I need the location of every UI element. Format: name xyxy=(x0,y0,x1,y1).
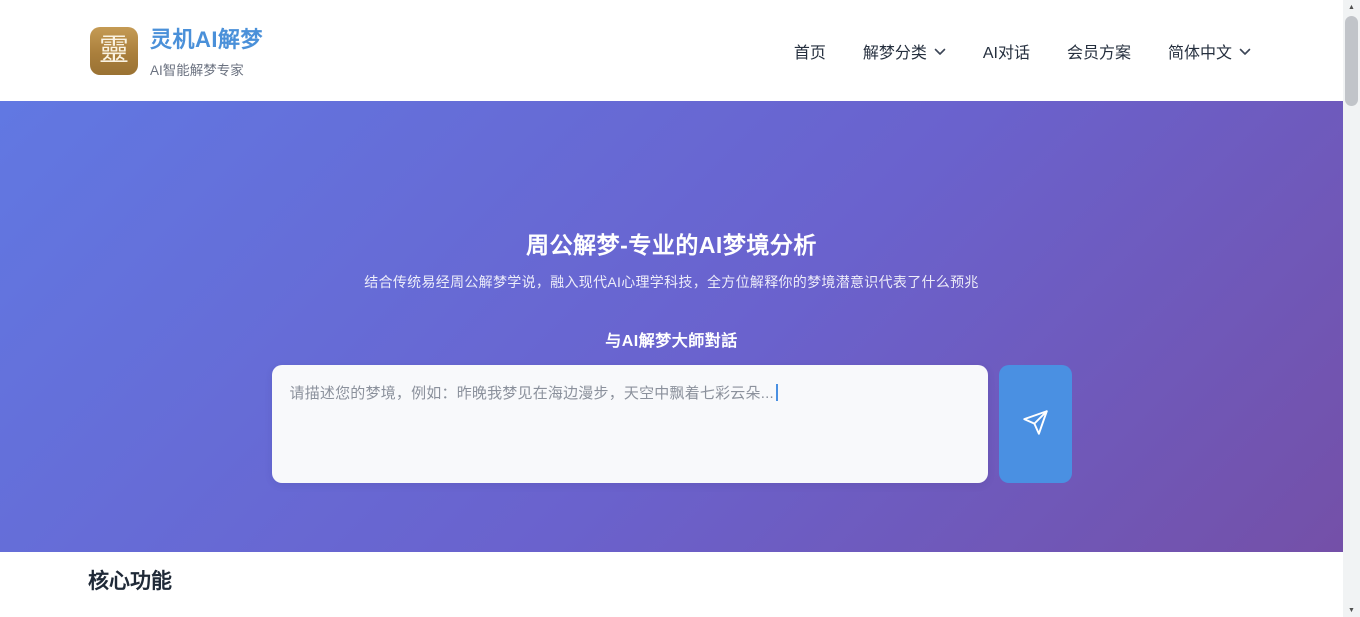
browser-scrollbar[interactable]: ▲ ▼ xyxy=(1343,0,1360,617)
send-button[interactable] xyxy=(999,365,1072,483)
browser-page: 靈 灵机AI解梦 AI智能解梦专家 首页 解梦分类 AI对话 会员方案 xyxy=(0,0,1343,617)
nav-item-home[interactable]: 首页 xyxy=(794,39,826,63)
dream-input-placeholder: 请描述您的梦境，例如：昨晚我梦见在海边漫步，天空中飘着七彩云朵... xyxy=(290,385,774,402)
scrollbar-down-arrow[interactable]: ▼ xyxy=(1343,603,1360,617)
features-heading: 核心功能 xyxy=(88,565,1343,595)
chevron-down-icon xyxy=(1239,43,1251,61)
nav-item-label: 解梦分类 xyxy=(863,39,927,63)
hero-section: 周公解梦-专业的AI梦境分析 结合传统易经周公解梦学说，融入现代AI心理学科技，… xyxy=(0,101,1343,552)
features-section: 核心功能 xyxy=(0,552,1343,617)
nav-item-ai-chat[interactable]: AI对话 xyxy=(983,39,1030,63)
dream-input[interactable]: 请描述您的梦境，例如：昨晚我梦见在海边漫步，天空中飘着七彩云朵... xyxy=(272,365,988,483)
brand[interactable]: 靈 灵机AI解梦 AI智能解梦专家 xyxy=(90,22,263,79)
logo-icon[interactable]: 靈 xyxy=(90,27,138,75)
site-header: 靈 灵机AI解梦 AI智能解梦专家 首页 解梦分类 AI对话 会员方案 xyxy=(0,0,1343,101)
dream-input-row: 请描述您的梦境，例如：昨晚我梦见在海边漫步，天空中飘着七彩云朵... xyxy=(0,365,1343,483)
hero-title: 周公解梦-专业的AI梦境分析 xyxy=(0,226,1343,260)
nav-item-label: AI对话 xyxy=(983,39,1030,63)
site-subtitle: AI智能解梦专家 xyxy=(150,59,263,79)
chat-label: 与AI解梦大師對話 xyxy=(0,327,1343,351)
nav-item-label: 会员方案 xyxy=(1067,39,1131,63)
paper-plane-icon xyxy=(1022,409,1049,439)
logo-glyph: 靈 xyxy=(99,36,129,66)
hero-subtitle: 结合传统易经周公解梦学说，融入现代AI心理学科技，全方位解释你的梦境潜意识代表了… xyxy=(0,272,1343,292)
text-caret xyxy=(776,384,778,401)
nav-item-dream-categories[interactable]: 解梦分类 xyxy=(863,39,946,63)
scrollbar-up-arrow[interactable]: ▲ xyxy=(1343,0,1360,14)
nav-item-language[interactable]: 简体中文 xyxy=(1168,39,1251,63)
scrollbar-thumb[interactable] xyxy=(1345,16,1358,106)
chevron-down-icon xyxy=(934,43,946,61)
nav-item-label: 首页 xyxy=(794,39,826,63)
brand-text: 灵机AI解梦 AI智能解梦专家 xyxy=(150,22,263,79)
nav-item-membership[interactable]: 会员方案 xyxy=(1067,39,1131,63)
main-nav: 首页 解梦分类 AI对话 会员方案 简体中文 xyxy=(794,39,1251,63)
nav-item-label: 简体中文 xyxy=(1168,39,1232,63)
site-title: 灵机AI解梦 xyxy=(150,22,263,54)
